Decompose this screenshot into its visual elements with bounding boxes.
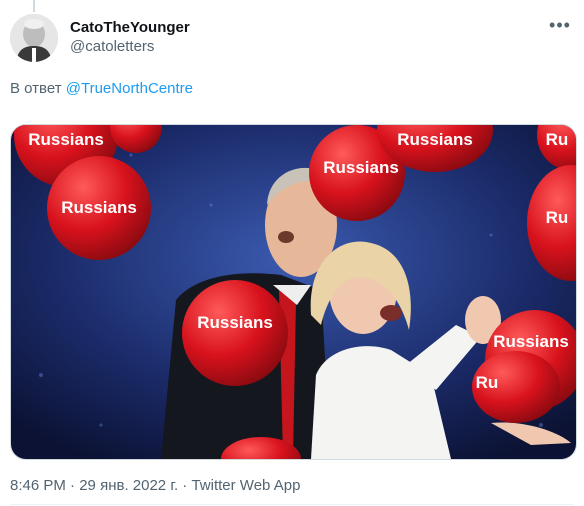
- avatar[interactable]: [10, 14, 58, 62]
- balloon-label: Russians: [61, 198, 137, 217]
- thread-connector-line: [33, 0, 35, 12]
- more-horizontal-icon[interactable]: •••: [548, 16, 572, 38]
- balloon-label: Russians: [28, 130, 104, 149]
- balloon-label: Russians: [197, 313, 273, 332]
- balloon-label: Ru: [546, 130, 569, 149]
- divider: [10, 504, 574, 505]
- balloon: Ru: [472, 351, 560, 423]
- separator: ·: [182, 477, 188, 494]
- balloon-label: Ru: [476, 373, 499, 392]
- balloon-label: Russians: [397, 130, 473, 149]
- tweet-image[interactable]: Russians Russians Russians Russians Russ…: [10, 124, 577, 460]
- tweet-source[interactable]: Twitter Web App: [191, 477, 300, 494]
- reply-context: В ответ @TrueNorthCentre: [10, 80, 193, 97]
- balloon: Russians: [47, 156, 151, 260]
- balloon-label: Russians: [493, 332, 569, 351]
- tweet-meta: 8:46 PM · 29 янв. 2022 г. · Twitter Web …: [10, 477, 300, 494]
- display-name[interactable]: CatoTheYounger: [70, 19, 190, 37]
- tweet-date[interactable]: 29 янв. 2022 г.: [79, 477, 178, 494]
- balloon-label: Ru: [546, 208, 569, 227]
- tweet-time[interactable]: 8:46 PM: [10, 477, 66, 494]
- balloon: Russians: [182, 280, 288, 386]
- balloon-label: Russians: [323, 158, 399, 177]
- user-handle[interactable]: @catoletters: [70, 37, 190, 57]
- author-names: CatoTheYounger @catoletters: [70, 19, 190, 57]
- reply-to-link[interactable]: @TrueNorthCentre: [66, 80, 193, 97]
- tweet-header: CatoTheYounger @catoletters •••: [10, 14, 574, 66]
- reply-prefix: В ответ: [10, 80, 62, 97]
- separator: ·: [70, 477, 76, 494]
